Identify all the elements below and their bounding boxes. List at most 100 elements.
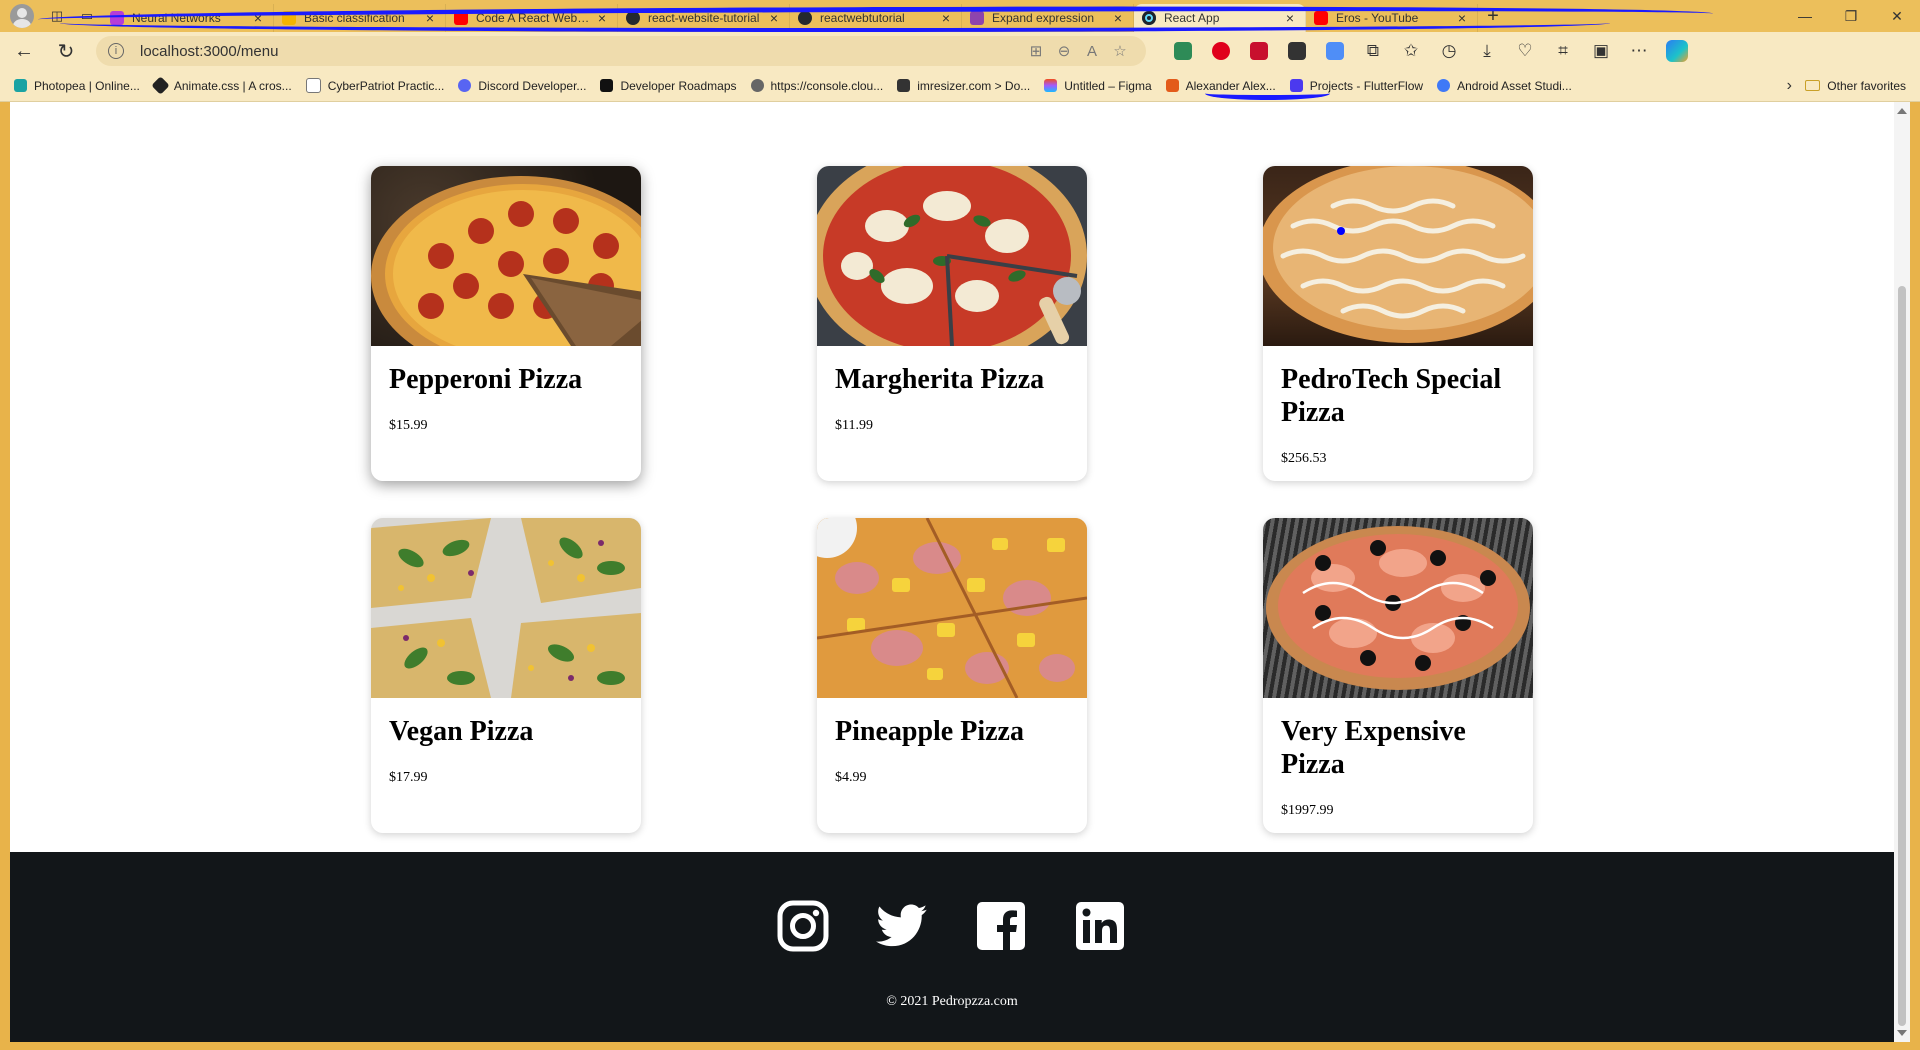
bookmark-label: Untitled – Figma bbox=[1064, 78, 1152, 93]
extension-dark-icon[interactable] bbox=[1282, 36, 1312, 66]
history-icon[interactable]: ◷ bbox=[1434, 36, 1464, 66]
bookmark-item[interactable]: Photopea | Online... bbox=[14, 79, 140, 93]
browser-toolbar: ← ↻ i localhost:3000/menu ⊞ ⊖ A ☆ ⧉ ✩ ◷ … bbox=[0, 32, 1920, 70]
chevron-right-icon[interactable]: › bbox=[1787, 77, 1792, 95]
bookmark-item[interactable]: Animate.css | A cros... bbox=[151, 76, 292, 95]
extension-blue-icon[interactable] bbox=[1320, 36, 1350, 66]
bookmark-label: Animate.css | A cros... bbox=[173, 78, 292, 93]
bookmark-favicon-icon bbox=[897, 79, 911, 92]
bookmark-favicon-icon bbox=[305, 78, 321, 93]
scrollbar-thumb[interactable] bbox=[1898, 286, 1906, 1026]
menu-item-price: $1997.99 bbox=[1281, 803, 1334, 818]
bookmark-label: Photopea | Online... bbox=[34, 78, 140, 93]
extension-badge-icon[interactable] bbox=[1168, 36, 1198, 66]
bookmark-label: imresizer.com > Do... bbox=[917, 78, 1031, 93]
folder-icon bbox=[1805, 80, 1821, 91]
pizza-image bbox=[371, 166, 641, 346]
page-scrollbar[interactable] bbox=[1894, 102, 1910, 1042]
menu-item-card[interactable]: Margherita Pizza $11.99 bbox=[817, 166, 1087, 481]
pizza-image bbox=[1263, 518, 1533, 698]
linkedin-icon[interactable] bbox=[1074, 900, 1126, 952]
downloads-icon[interactable]: ⤓ bbox=[1472, 36, 1502, 66]
bookmark-favicon-icon bbox=[151, 76, 170, 95]
page-viewport: Pepperoni Pizza $15.99 Margherita Pizza … bbox=[10, 102, 1910, 1042]
bookmark-item[interactable]: Android Asset Studi... bbox=[1437, 79, 1572, 93]
discord-icon bbox=[458, 79, 472, 92]
menu-item-price: $11.99 bbox=[835, 418, 873, 433]
extensions-bar: ⧉ ✩ ◷ ⤓ ♡ ⌗ ▣ ⋯ bbox=[1164, 36, 1696, 66]
minimize-icon[interactable]: — bbox=[1782, 0, 1828, 32]
extension-red-icon[interactable] bbox=[1244, 36, 1274, 66]
bookmark-label: CyberPatriot Practic... bbox=[327, 78, 445, 93]
extensions-puzzle-icon[interactable]: ⧉ bbox=[1358, 36, 1388, 66]
redaction-scribble bbox=[60, 14, 1610, 32]
back-arrow-icon[interactable]: ← bbox=[6, 35, 42, 67]
facebook-icon[interactable] bbox=[975, 900, 1027, 952]
bookmark-favicon-icon bbox=[600, 79, 614, 92]
menu-item-card[interactable]: PedroTech Special Pizza $256.53 bbox=[1263, 166, 1533, 481]
site-info-icon[interactable]: i bbox=[108, 43, 124, 59]
menu-item-price: $15.99 bbox=[389, 418, 428, 433]
favorites-icon[interactable]: ✩ bbox=[1396, 36, 1426, 66]
collections-icon[interactable]: ▣ bbox=[1586, 36, 1616, 66]
pizza-image bbox=[371, 518, 641, 698]
menu-item-card[interactable]: Pineapple Pizza $4.99 bbox=[817, 518, 1087, 833]
menu-item-name: Pepperoni Pizza bbox=[389, 364, 583, 395]
address-bar[interactable]: i localhost:3000/menu ⊞ ⊖ A ☆ bbox=[96, 36, 1146, 66]
menu-item-name: Vegan Pizza bbox=[389, 716, 534, 747]
bookmark-item[interactable]: Discord Developer... bbox=[458, 79, 586, 93]
bookmark-favicon-icon bbox=[1165, 79, 1179, 92]
pizza-image bbox=[1263, 166, 1533, 346]
screenshot-icon[interactable]: ⌗ bbox=[1548, 36, 1578, 66]
menu-item-name: Margherita Pizza bbox=[835, 364, 1045, 395]
read-aloud-icon[interactable]: A bbox=[1078, 43, 1106, 60]
bookmark-item[interactable]: https://console.clou... bbox=[750, 78, 884, 93]
pizza-image bbox=[817, 166, 1087, 346]
copyright-text: © 2021 Pedropzza.com bbox=[886, 994, 1018, 1009]
menu-list: Pepperoni Pizza $15.99 Margherita Pizza … bbox=[371, 166, 1533, 833]
scroll-down-icon[interactable] bbox=[1897, 1030, 1907, 1036]
performance-icon[interactable]: ♡ bbox=[1510, 36, 1540, 66]
bookmark-favicon-icon bbox=[14, 79, 27, 92]
reload-icon[interactable]: ↻ bbox=[48, 35, 84, 67]
menu-item-card[interactable]: Vegan Pizza $17.99 bbox=[371, 518, 641, 833]
pizza-image bbox=[817, 518, 1087, 698]
menu-item-price: $256.53 bbox=[1281, 451, 1327, 466]
menu-item-name: PedroTech Special Pizza bbox=[1281, 364, 1502, 428]
bookmarks-bar: Photopea | Online... Animate.css | A cro… bbox=[0, 70, 1920, 102]
bookmark-label: Projects - FlutterFlow bbox=[1309, 78, 1424, 93]
bookmark-label: https://console.clou... bbox=[770, 78, 884, 93]
bookmark-item[interactable]: CyberPatriot Practic... bbox=[305, 78, 445, 93]
menu-item-card[interactable]: Very Expensive Pizza $1997.99 bbox=[1263, 518, 1533, 833]
window-controls: — ❐ ✕ bbox=[1782, 0, 1920, 32]
restore-icon[interactable]: ❐ bbox=[1828, 0, 1874, 32]
copilot-icon[interactable] bbox=[1662, 36, 1692, 66]
menu-item-name: Very Expensive Pizza bbox=[1281, 716, 1466, 780]
social-links bbox=[777, 900, 1126, 952]
menu-item-card[interactable]: Pepperoni Pizza $15.99 bbox=[371, 166, 641, 481]
site-footer: © 2021 Pedropzza.com bbox=[10, 852, 1894, 1042]
close-window-icon[interactable]: ✕ bbox=[1874, 0, 1920, 32]
other-favorites-label: Other favorites bbox=[1827, 78, 1906, 93]
menu-item-name: Pineapple Pizza bbox=[835, 716, 1024, 747]
menu-item-price: $4.99 bbox=[835, 770, 867, 785]
address-url[interactable]: localhost:3000/menu bbox=[140, 43, 1022, 60]
redaction-scribble bbox=[1205, 87, 1330, 100]
twitter-icon[interactable] bbox=[876, 900, 928, 952]
bookmark-item[interactable]: imresizer.com > Do... bbox=[897, 79, 1030, 93]
settings-more-icon[interactable]: ⋯ bbox=[1624, 36, 1654, 66]
scroll-up-icon[interactable] bbox=[1897, 108, 1907, 114]
profile-avatar[interactable] bbox=[10, 4, 34, 28]
bookmark-label: Android Asset Studi... bbox=[1457, 78, 1572, 93]
zoom-icon[interactable]: ⊖ bbox=[1050, 42, 1078, 60]
bookmark-item[interactable]: Untitled – Figma bbox=[1044, 78, 1152, 93]
bookmark-item[interactable]: Developer Roadmaps bbox=[600, 78, 737, 93]
favorite-star-icon[interactable]: ☆ bbox=[1106, 42, 1134, 60]
android-asset-icon bbox=[1437, 79, 1451, 92]
app-available-icon[interactable]: ⊞ bbox=[1022, 42, 1050, 60]
other-favorites[interactable]: Other favorites bbox=[1805, 79, 1906, 93]
instagram-icon[interactable] bbox=[777, 900, 829, 952]
opera-extension-icon[interactable] bbox=[1206, 36, 1236, 66]
figma-icon bbox=[1044, 79, 1058, 92]
bookmark-label: Developer Roadmaps bbox=[620, 78, 737, 93]
